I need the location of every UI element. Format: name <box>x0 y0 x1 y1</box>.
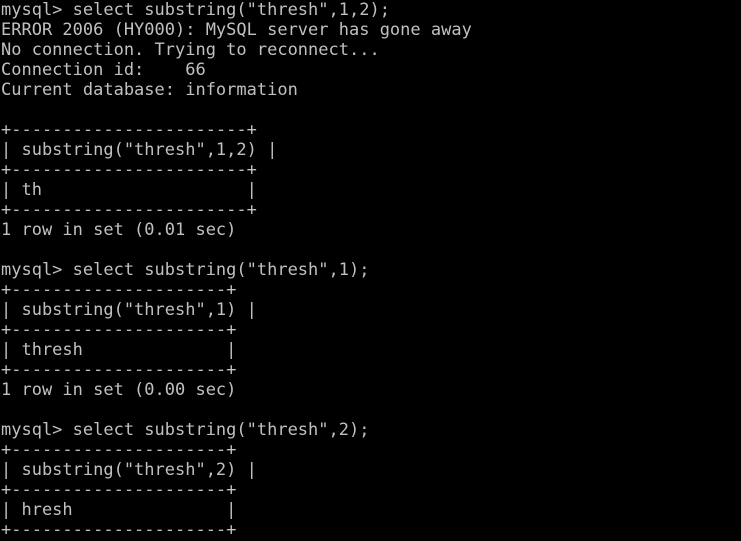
result-table-2-top-border: +---------------------+ <box>1 280 237 300</box>
command-line-2: mysql> select substring("thresh",1); <box>1 260 370 280</box>
result-table-3-top-border: +---------------------+ <box>1 440 237 460</box>
result-table-1-header-border: +-----------------------+ <box>1 160 257 180</box>
result-table-2-bottom-border: +---------------------+ <box>1 360 237 380</box>
current-database: Current database: information <box>1 80 298 100</box>
connection-id: Connection id: 66 <box>1 60 206 80</box>
command-line-3: mysql> select substring("thresh",2); <box>1 420 370 440</box>
result-table-1-bottom-border: +-----------------------+ <box>1 200 257 220</box>
result-table-3-bottom-border: +---------------------+ <box>1 520 237 540</box>
command-line-1: mysql> select substring("thresh",1,2); <box>1 0 390 20</box>
result-table-1-row: | th | <box>1 180 257 200</box>
result-summary-2: 1 row in set (0.00 sec) <box>1 380 237 400</box>
reconnect-message: No connection. Trying to reconnect... <box>1 40 380 60</box>
result-table-3-header-border: +---------------------+ <box>1 480 237 500</box>
terminal-window[interactable]: mysql> select substring("thresh",1,2); E… <box>0 0 741 541</box>
result-table-3-header: | substring("thresh",2) | <box>1 460 257 480</box>
result-table-1-header: | substring("thresh",1,2) | <box>1 140 278 160</box>
error-message: ERROR 2006 (HY000): MySQL server has gon… <box>1 20 472 40</box>
result-table-2-row: | thresh | <box>1 340 237 360</box>
result-table-1-top-border: +-----------------------+ <box>1 120 257 140</box>
result-summary-1: 1 row in set (0.01 sec) <box>1 220 237 240</box>
result-table-2-header-border: +---------------------+ <box>1 320 237 340</box>
result-table-3-row: | hresh | <box>1 500 237 520</box>
result-table-2-header: | substring("thresh",1) | <box>1 300 257 320</box>
